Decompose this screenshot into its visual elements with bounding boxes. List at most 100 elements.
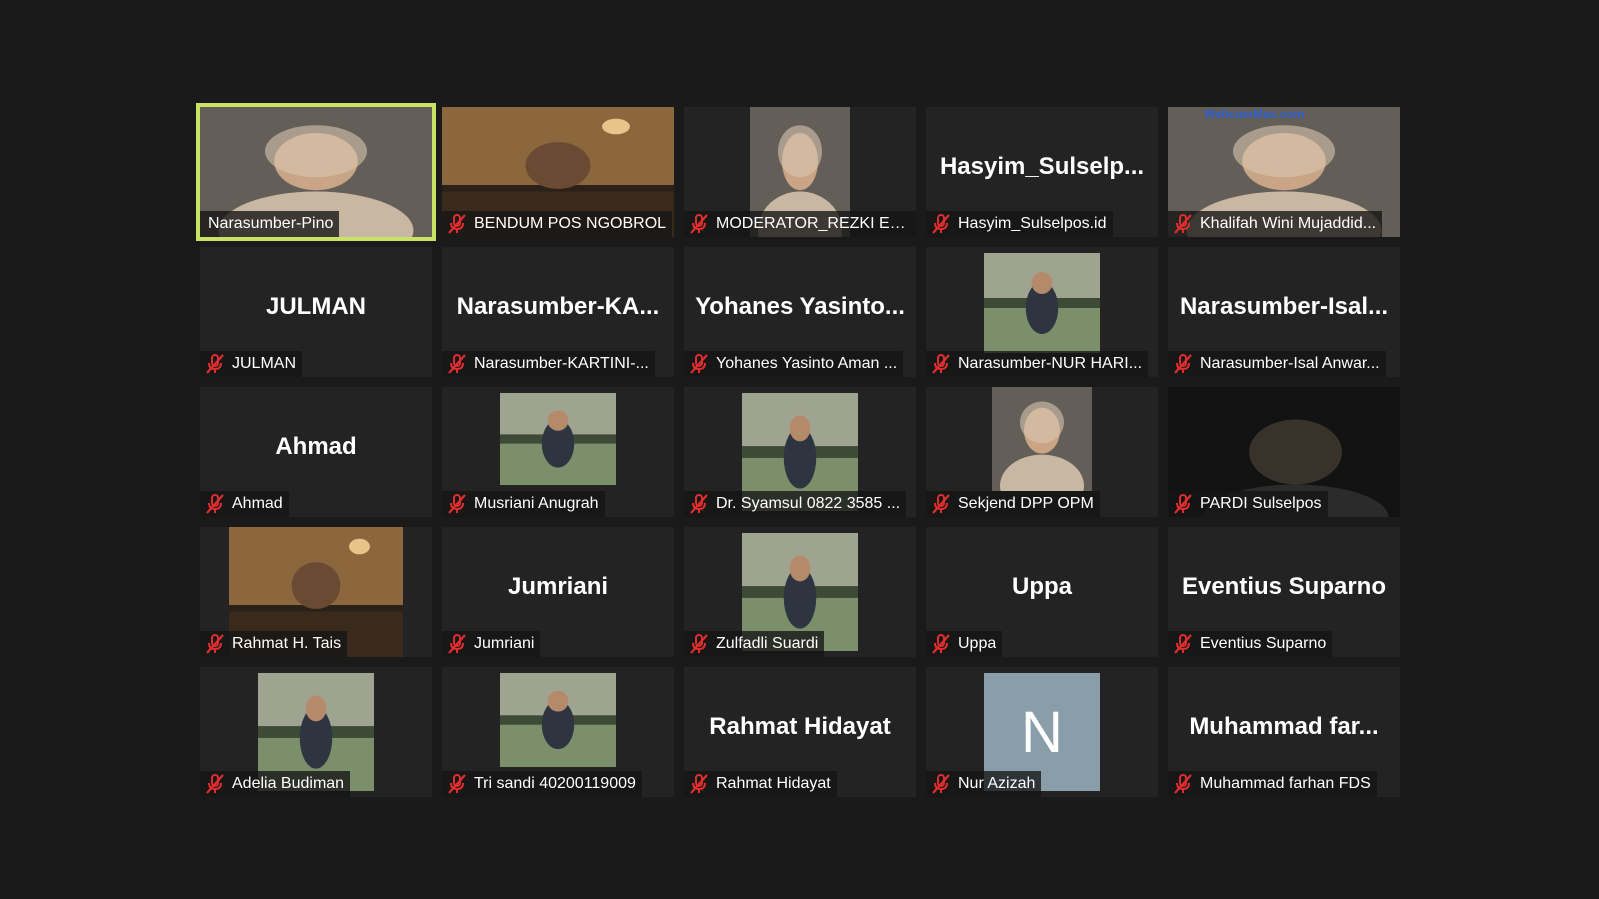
participant-name-label: Tri sandi 40200119009 bbox=[442, 771, 642, 797]
participant-name-label: Adelia Budiman bbox=[200, 771, 351, 797]
participant-name-label: Zulfadli Suardi bbox=[684, 631, 825, 657]
participant-name: Tri sandi 40200119009 bbox=[474, 775, 636, 792]
participant-display-name: Jumriani bbox=[507, 573, 609, 600]
microphone-muted-icon bbox=[1172, 494, 1194, 514]
microphone-muted-icon bbox=[446, 494, 468, 514]
participant-name: Eventius Suparno bbox=[1200, 635, 1327, 652]
participant-name-label: JULMAN bbox=[200, 351, 303, 377]
participant-name: PARDI Sulselpos bbox=[1200, 495, 1322, 512]
microphone-muted-icon bbox=[1172, 214, 1194, 234]
webcam-watermark: WebcamMax.com bbox=[1204, 107, 1305, 121]
participant-video bbox=[500, 393, 616, 485]
participant-name: Hasyim_Sulselpos.id bbox=[958, 215, 1107, 232]
participant-name: Zulfadli Suardi bbox=[716, 635, 819, 652]
participant-name-label: Sekjend DPP OPM bbox=[926, 491, 1100, 517]
participant-video bbox=[992, 387, 1092, 491]
participant-tile[interactable]: Narasumber-Isal... Narasumber-Isal Anwar.… bbox=[1168, 247, 1400, 377]
microphone-muted-icon bbox=[688, 494, 710, 514]
microphone-muted-icon bbox=[930, 494, 952, 514]
microphone-muted-icon bbox=[446, 354, 468, 374]
participant-tile[interactable]: Rahmat H. Tais bbox=[200, 527, 432, 657]
participant-name: Sekjend DPP OPM bbox=[958, 495, 1094, 512]
participant-name-label: Musriani Anugrah bbox=[442, 491, 605, 517]
microphone-muted-icon bbox=[1172, 354, 1194, 374]
participant-tile[interactable]: PARDI Sulselpos bbox=[1168, 387, 1400, 517]
participant-display-name: Yohanes Yasinto... bbox=[695, 293, 905, 320]
participant-name: Adelia Budiman bbox=[232, 775, 345, 792]
participant-display-name: Rahmat Hidayat bbox=[709, 713, 891, 740]
participant-display-name: Narasumber-Isal... bbox=[1179, 293, 1389, 320]
participant-tile[interactable]: N Nur Azizah bbox=[926, 667, 1158, 797]
participant-name: Dr. Syamsul 0822 3585 ... bbox=[716, 495, 901, 512]
participant-name: Jumriani bbox=[474, 635, 535, 652]
participant-display-name: Eventius Suparno bbox=[1181, 573, 1387, 600]
participant-video bbox=[500, 673, 616, 767]
participant-name-label: Khalifah Wini Mujaddid... bbox=[1168, 211, 1383, 237]
participant-tile[interactable]: Ahmad Ahmad bbox=[200, 387, 432, 517]
participant-name-label: Hasyim_Sulselpos.id bbox=[926, 211, 1113, 237]
participant-name-label: Nur Azizah bbox=[926, 771, 1042, 797]
participant-tile[interactable]: Dr. Syamsul 0822 3585 ... bbox=[684, 387, 916, 517]
microphone-muted-icon bbox=[204, 774, 226, 794]
participant-tile[interactable]: Hasyim_Sulselp... Hasyim_Sulselpos.id bbox=[926, 107, 1158, 237]
participant-display-name: Narasumber-KA... bbox=[456, 293, 660, 320]
participant-display-name: Ahmad bbox=[275, 433, 357, 460]
participant-name: Narasumber-NUR HARI... bbox=[958, 355, 1143, 372]
participant-tile[interactable]: Muhammad far... Muhammad farhan FDS bbox=[1168, 667, 1400, 797]
participant-tile[interactable]: Musriani Anugrah bbox=[442, 387, 674, 517]
microphone-muted-icon bbox=[446, 634, 468, 654]
participant-name-label: Uppa bbox=[926, 631, 1003, 657]
participant-name-label: Narasumber-Isal Anwar... bbox=[1168, 351, 1386, 377]
microphone-muted-icon bbox=[930, 214, 952, 234]
participant-tile[interactable]: Zulfadli Suardi bbox=[684, 527, 916, 657]
participant-tile[interactable]: Rahmat Hidayat Rahmat Hidayat bbox=[684, 667, 916, 797]
participant-name-label: Ahmad bbox=[200, 491, 289, 517]
participant-name-label: Eventius Suparno bbox=[1168, 631, 1333, 657]
participant-tile[interactable]: Jumriani Jumriani bbox=[442, 527, 674, 657]
participant-tile[interactable]: Narasumber-Pino bbox=[196, 103, 436, 241]
participant-name-label: PARDI Sulselpos bbox=[1168, 491, 1328, 517]
participant-tile[interactable]: Adelia Budiman bbox=[200, 667, 432, 797]
participant-name-label: Muhammad farhan FDS bbox=[1168, 771, 1377, 797]
participant-name: Narasumber-Pino bbox=[208, 215, 334, 232]
participant-name: Yohanes Yasinto Aman ... bbox=[716, 355, 898, 372]
participant-name-label: Yohanes Yasinto Aman ... bbox=[684, 351, 904, 377]
participant-tile[interactable]: Eventius Suparno Eventius Suparno bbox=[1168, 527, 1400, 657]
microphone-muted-icon bbox=[930, 354, 952, 374]
meeting-window: Narasumber-Pino BENDUM POS NGOBROL MODERAT… bbox=[0, 0, 1599, 899]
microphone-muted-icon bbox=[930, 634, 952, 654]
participant-tile[interactable]: Tri sandi 40200119009 bbox=[442, 667, 674, 797]
microphone-muted-icon bbox=[688, 634, 710, 654]
participant-name: Nur Azizah bbox=[958, 775, 1036, 792]
participant-tile[interactable]: Sekjend DPP OPM bbox=[926, 387, 1158, 517]
participant-tile[interactable]: Narasumber-NUR HARI... bbox=[926, 247, 1158, 377]
participant-tile[interactable]: MODERATOR_REZKI EK... bbox=[684, 107, 916, 237]
participant-name-label: Jumriani bbox=[442, 631, 541, 657]
microphone-muted-icon bbox=[1172, 634, 1194, 654]
participant-name: Muhammad farhan FDS bbox=[1200, 775, 1371, 792]
participant-tile[interactable]: Narasumber-KA... Narasumber-KARTINI-... bbox=[442, 247, 674, 377]
participant-name: Narasumber-Isal Anwar... bbox=[1200, 355, 1380, 372]
participant-name-label: Narasumber-NUR HARI... bbox=[926, 351, 1149, 377]
participant-display-name: Muhammad far... bbox=[1189, 713, 1379, 740]
participant-tile[interactable]: BENDUM POS NGOBROL bbox=[442, 107, 674, 237]
participant-display-name: Uppa bbox=[1012, 573, 1072, 600]
participant-tile[interactable]: JULMAN JULMAN bbox=[200, 247, 432, 377]
participant-name: Musriani Anugrah bbox=[474, 495, 599, 512]
microphone-muted-icon bbox=[930, 774, 952, 794]
participant-name-label: MODERATOR_REZKI EK... bbox=[684, 211, 916, 237]
participant-tile[interactable]: Uppa Uppa bbox=[926, 527, 1158, 657]
participant-name: Uppa bbox=[958, 635, 997, 652]
participant-tile[interactable]: Yohanes Yasinto... Yohanes Yasinto Aman .… bbox=[684, 247, 916, 377]
microphone-muted-icon bbox=[688, 774, 710, 794]
participant-name: Ahmad bbox=[232, 495, 283, 512]
microphone-muted-icon bbox=[688, 214, 710, 234]
participant-display-name: Hasyim_Sulselp... bbox=[939, 153, 1145, 180]
participant-name: Narasumber-KARTINI-... bbox=[474, 355, 649, 372]
participant-name-label: Rahmat Hidayat bbox=[684, 771, 837, 797]
participant-name-label: Rahmat H. Tais bbox=[200, 631, 348, 657]
participant-video bbox=[984, 253, 1100, 353]
microphone-muted-icon bbox=[446, 774, 468, 794]
participant-tile[interactable]: WebcamMax.com Khalifah Wini Mujaddid... bbox=[1168, 107, 1400, 237]
participant-name-label: Narasumber-KARTINI-... bbox=[442, 351, 655, 377]
